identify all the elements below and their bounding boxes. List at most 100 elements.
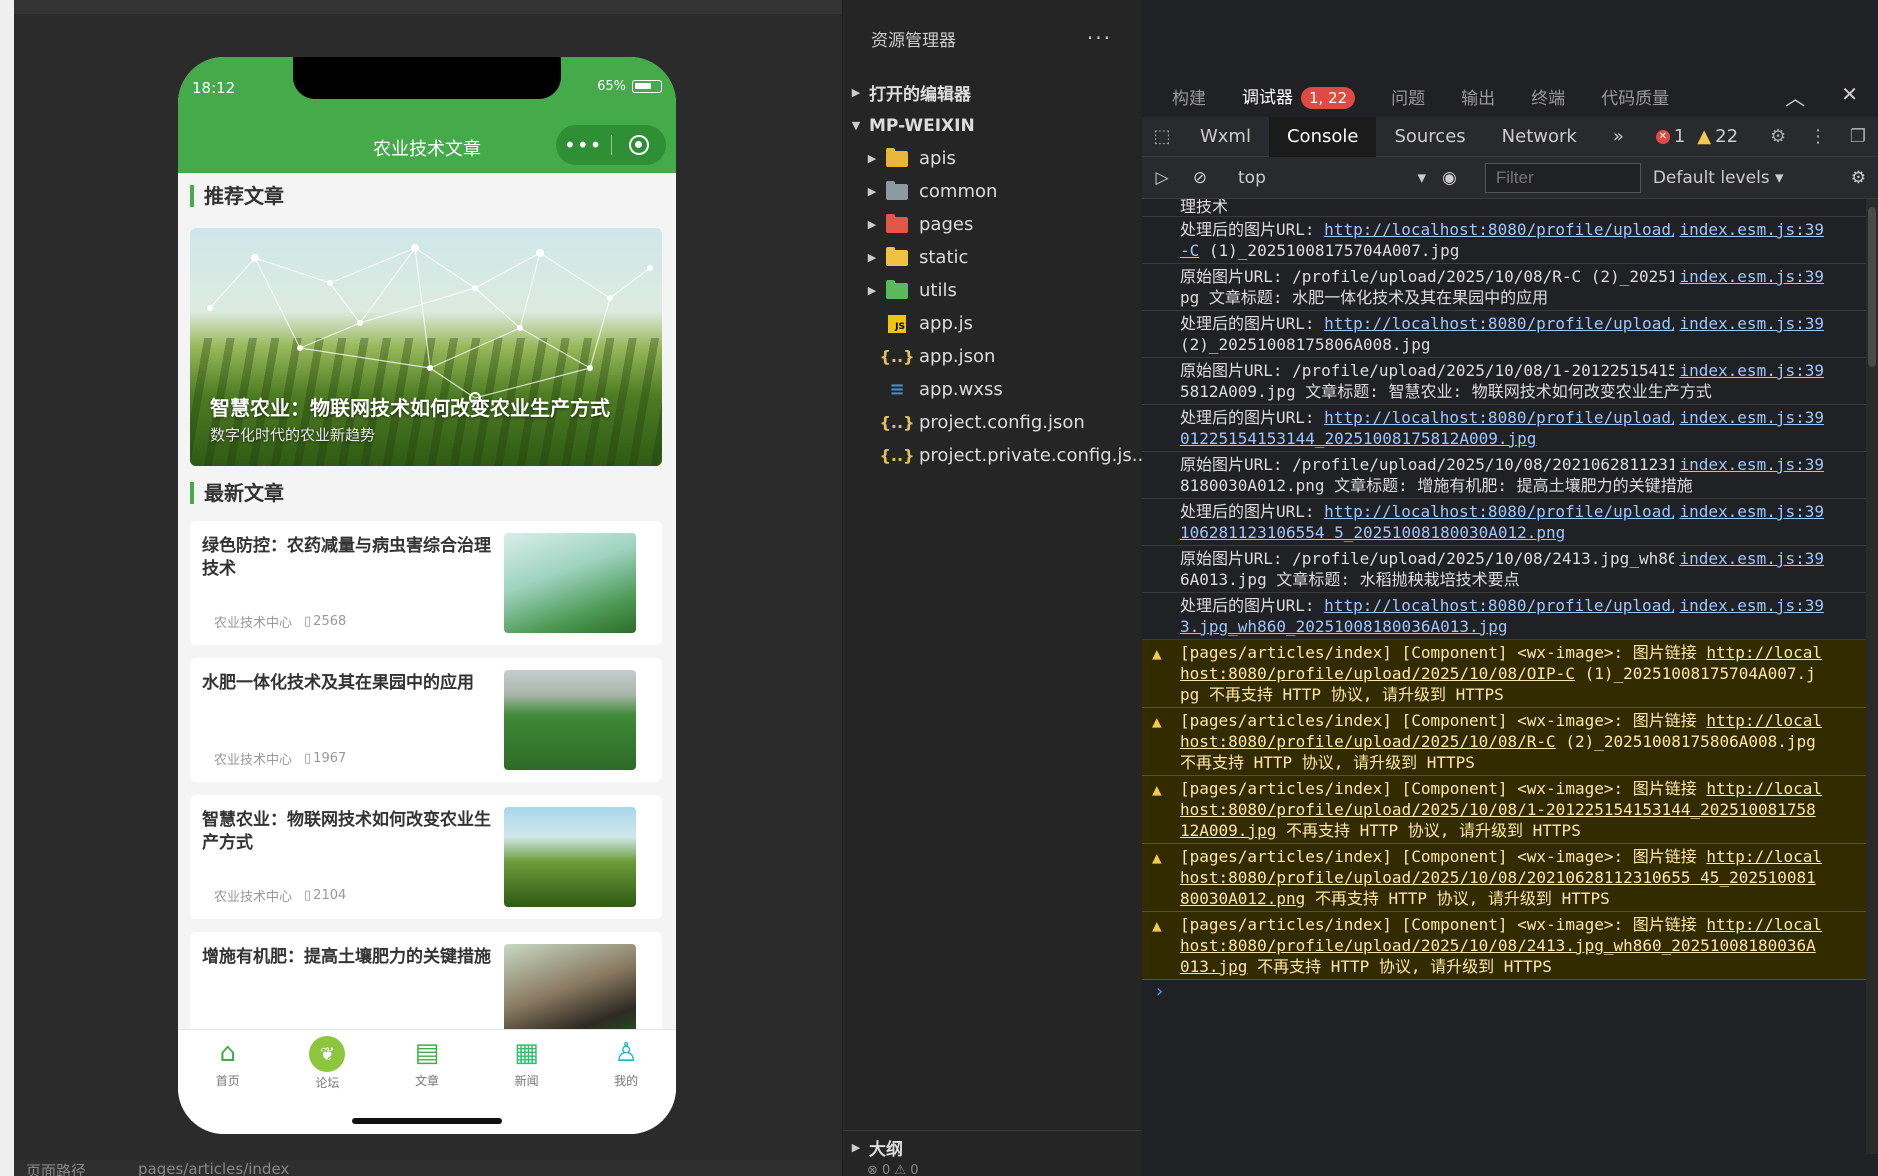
collapse-icon[interactable]: ︿ [1785,82,1805,111]
inspect-element-icon[interactable]: ⬚ [1142,126,1182,147]
tree-item-pages[interactable]: ▶ pages [843,208,1142,241]
log-text: 处理后的图片URL: [1180,502,1325,521]
tree-item-apis[interactable]: ▶ apis [843,142,1142,175]
tab-output[interactable]: 输出 [1461,84,1495,109]
log-source-link[interactable]: index.esm.js:39 [1673,548,1824,569]
log-source-link[interactable]: index.esm.js:39 [1673,313,1824,334]
more-actions-icon[interactable]: ··· [1087,26,1112,50]
clear-console-icon[interactable]: ⊘ [1182,168,1218,188]
tab-debugger[interactable]: 调试器 1, 22 [1242,83,1356,109]
more-button[interactable]: ••• [556,133,611,157]
console-filter-input[interactable] [1484,162,1641,193]
article-meta: 农业技术中心 2104 [214,886,346,905]
error-counter[interactable]: ✕ 1 [1655,126,1685,147]
log-source-link[interactable]: index.esm.js:39 [1673,360,1824,381]
tree-item-label: utils [919,280,957,301]
project-section[interactable]: ▼ MP-WEIXIN [843,109,1142,142]
close-icon[interactable]: ✕ [1841,82,1858,111]
explorer-header: 资源管理器 ··· [843,0,1142,76]
devtools-toolbar: ⬚ Wxml Console Sources Network » ✕ 1 ▲ 2… [1142,116,1878,157]
tree-item-app-json[interactable]: {..} app.json [843,340,1142,373]
tab-wxml[interactable]: Wxml [1182,117,1269,157]
console-log: 处理后的图片URL: http://localhost:8080/profile… [1142,499,1866,546]
tab-sources[interactable]: Sources [1376,117,1483,157]
tree-item-common[interactable]: ▶ common [843,175,1142,208]
log-text: (1)_20251008175704A007.jpg [1199,241,1460,260]
log-text: (2)_20251008175806A008.jpg [1180,335,1431,354]
close-miniprogram-button[interactable] [612,135,667,155]
folder-icon [885,213,909,234]
tree-item-static[interactable]: ▶ static [843,241,1142,274]
tab-me[interactable]: ♙ 我的 [576,1030,676,1134]
warning-counter[interactable]: ▲ 22 [1697,126,1738,147]
warning-icon: ▲ [1697,126,1712,147]
tab-terminal[interactable]: 终端 [1531,84,1565,109]
chevron-right-icon: ▶ [867,218,877,231]
live-expression-eye-icon[interactable]: ◉ [1442,168,1457,188]
tree-item-label: common [919,181,998,202]
tab-home[interactable]: ⌂ 首页 [178,1030,278,1134]
tab-network[interactable]: Network [1484,117,1595,157]
tree-item-app-wxss[interactable]: ≡ app.wxss [843,373,1142,406]
log-levels-select[interactable]: Default levels ▾ [1653,168,1784,188]
tab-label: 论坛 [315,1076,340,1090]
settings-gear-icon[interactable]: ⚙ [1758,126,1798,147]
tree-item-project-private-config[interactable]: {..} project.private.config.js... [843,439,1149,472]
dropdown-arrow-icon: ▾ [1417,167,1426,188]
log-source-link[interactable]: index.esm.js:39 [1673,595,1824,616]
tree-item-app-js[interactable]: JS app.js [843,307,1142,340]
undock-icon[interactable]: ❐ [1838,126,1878,147]
article-card[interactable]: 水肥一体化技术及其在果园中的应用 农业技术中心 1967 [190,658,662,782]
tab-console[interactable]: Console [1268,116,1377,157]
json-file-icon: {..} [879,446,915,465]
devtools-window: 18:12 65% 农业技术文章 ••• 推荐文章 智慧农业：物联网技术如何改变… [0,0,1878,1176]
tree-item-label: project.config.json [919,412,1085,433]
featured-article-banner[interactable]: 智慧农业：物联网技术如何改变农业生产方式 数字化时代的农业新趋势 [190,228,662,466]
console-log: 处理后的图片URL: http://localhost:8080/profile… [1142,593,1866,640]
tree-item-project-config[interactable]: {..} project.config.json [843,406,1142,439]
chevron-right-icon: ▶ [867,185,877,198]
tab-problems[interactable]: 问题 [1391,84,1425,109]
log-source-link[interactable]: index.esm.js:39 [1673,501,1824,522]
tab-bar: ⌂ 首页 ❦ 论坛 ▤ 文章 ▦ 新闻 ♙ 我的 [178,1029,676,1134]
more-tabs-button[interactable]: » [1595,117,1642,157]
featured-article-title: 智慧农业：物联网技术如何改变农业生产方式 [210,396,610,420]
console-settings-icon[interactable]: ⚙ [1851,168,1866,188]
context-select[interactable]: top ▾ [1232,168,1432,188]
log-source-link[interactable]: index.esm.js:39 [1673,454,1824,475]
tree-item-label: project.private.config.js... [919,445,1149,466]
tab-code-quality[interactable]: 代码质量 [1601,84,1669,109]
chevron-right-icon: ▶ [867,251,877,264]
console-prompt[interactable]: › [1142,980,1866,1004]
open-editors-section[interactable]: ▶ 打开的编辑器 [843,76,1142,109]
tree-item-label: pages [919,214,974,235]
folder-icon [885,147,909,168]
log-source-link[interactable]: index.esm.js:39 [1673,407,1824,428]
console-scrollbar[interactable] [1866,199,1878,1154]
article-views: 2104 [304,888,346,903]
warning-icon: ▲ [1152,848,1162,867]
sidebar-toggle-icon[interactable]: ▷ [1142,168,1182,188]
console-warning: ▲ [pages/articles/index] [Component] <wx… [1142,708,1866,776]
article-card[interactable]: 智慧农业：物联网技术如何改变农业生产方式 农业技术中心 2104 [190,795,662,919]
tree-item-utils[interactable]: ▶ utils [843,274,1142,307]
featured-article-subtitle: 数字化时代的农业新趋势 [210,426,376,444]
home-indicator [352,1118,502,1124]
log-source-link[interactable]: index.esm.js:39 [1673,266,1824,287]
console-log: 原始图片URL: /profile/upload/2025/10/08/1-20… [1142,358,1866,405]
page-path-label[interactable]: 页面路径 [26,1160,86,1176]
recommended-section-title: 推荐文章 [190,185,284,207]
open-editors-label: 打开的编辑器 [869,85,971,105]
log-source-link[interactable]: index.esm.js:39 [1673,219,1824,240]
article-views: 2568 [304,614,346,629]
simulator-status-bar: 页面路径 pages/articles/index [14,1160,842,1176]
article-source: 农业技术中心 [214,616,293,631]
article-card[interactable]: 绿色防控：农药减量与病虫害综合治理技术 农业技术中心 2568 [190,521,662,645]
warning-count: 22 [1715,126,1739,147]
warning-icon: ▲ [1152,644,1162,663]
article-title: 水肥一体化技术及其在果园中的应用 [202,673,474,693]
outline-section[interactable]: ▶ 大纲 [843,1130,1143,1163]
tab-build[interactable]: 构建 [1172,84,1206,109]
kebab-menu-icon[interactable]: ⋮ [1798,126,1838,147]
problems-status[interactable]: ⊗ 0 ⚠ 0 [867,1163,919,1176]
